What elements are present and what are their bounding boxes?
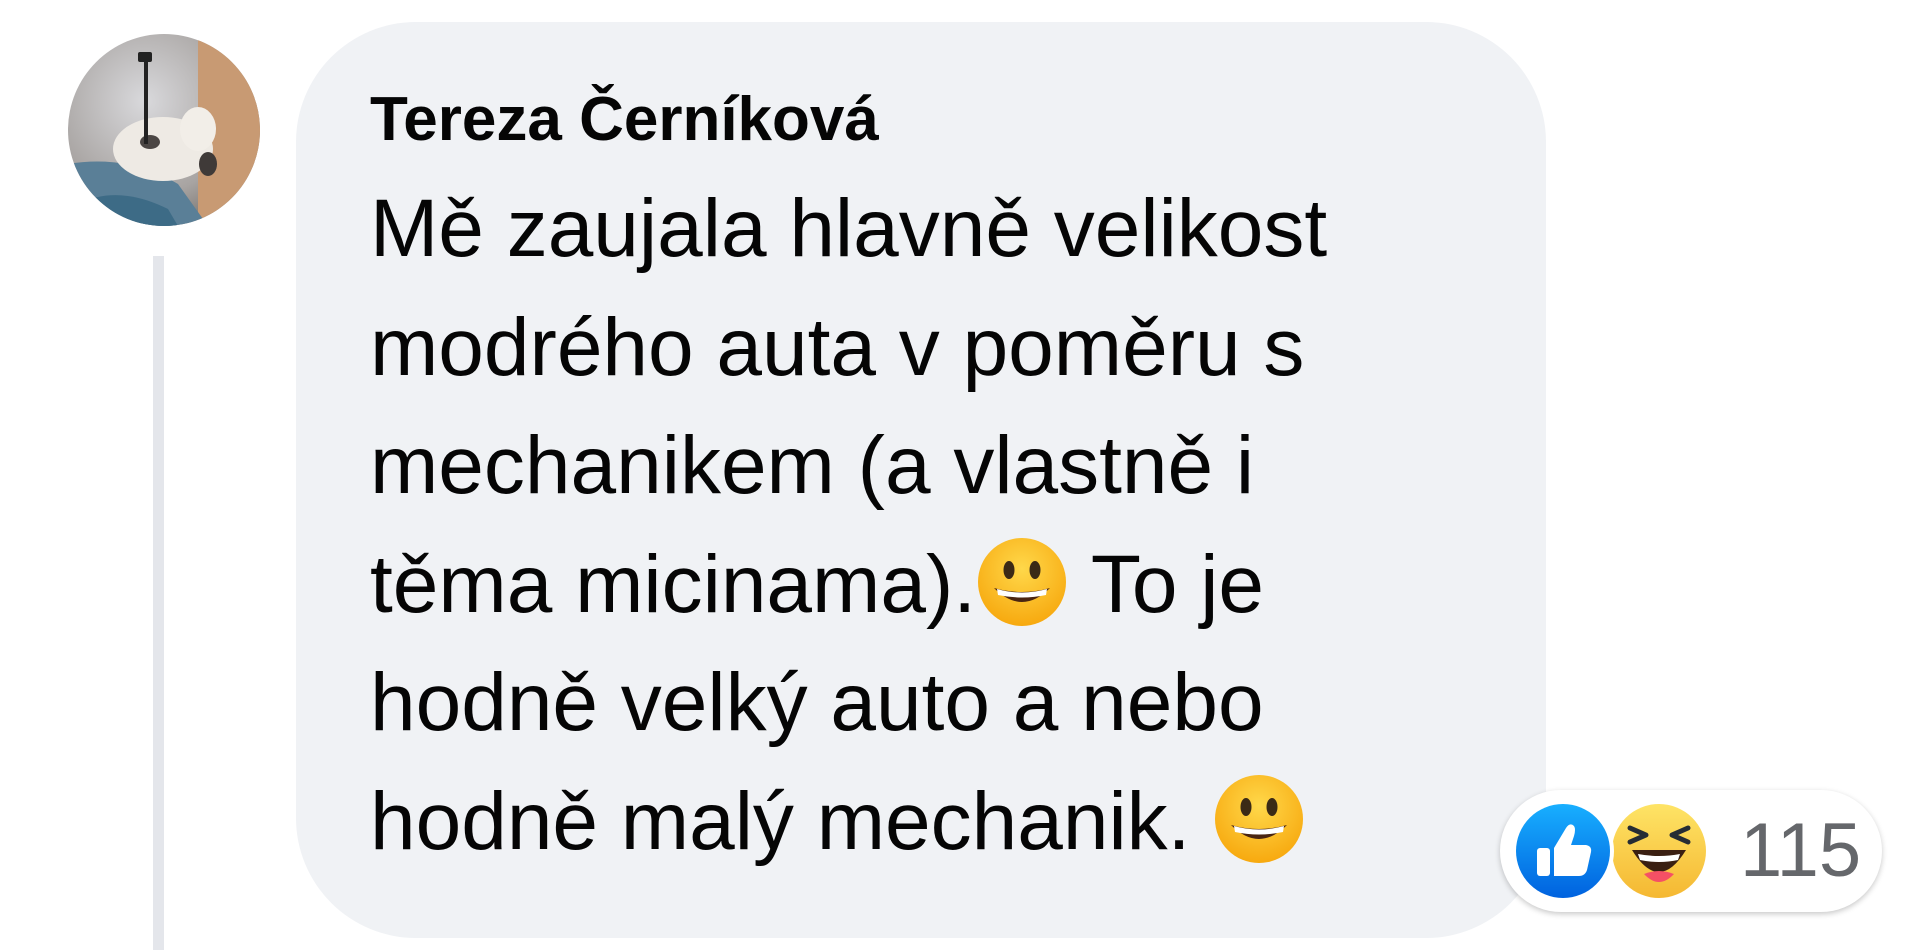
comment-line: Mě zaujala hlavně velikost — [370, 183, 1328, 274]
comment-thread: Tereza Černíková Mě zaujala hlavně velik… — [0, 0, 1908, 950]
reaction-count: 115 — [1740, 808, 1862, 893]
comment-segment: hodně malý mechanik. — [370, 775, 1191, 867]
grinning-face-emoji — [976, 536, 1068, 628]
comment-line: hodně malý mechanik. — [370, 763, 1490, 882]
comment-segment: těma micinama). — [370, 538, 977, 630]
reactions-summary[interactable]: 115 — [1500, 790, 1882, 912]
comment-segment: To je — [1090, 538, 1265, 630]
comment-line: modrého auta v poměru s — [370, 301, 1305, 393]
avatar[interactable] — [68, 34, 260, 226]
comment-line: mechanikem (a vlastně i — [370, 420, 1255, 511]
comment-text: Mě zaujala hlavně velikost modrého auta … — [370, 170, 1490, 881]
comment-line: těma micinama). To je — [370, 526, 1490, 645]
like-icon — [1510, 798, 1616, 904]
grinning-face-emoji — [1213, 773, 1305, 865]
comment-author[interactable]: Tereza Černíková — [370, 80, 879, 160]
avatar-photo — [68, 34, 260, 226]
thread-line — [153, 256, 164, 950]
haha-icon — [1606, 798, 1712, 904]
comment-line: hodně velký auto a nebo — [370, 657, 1264, 748]
